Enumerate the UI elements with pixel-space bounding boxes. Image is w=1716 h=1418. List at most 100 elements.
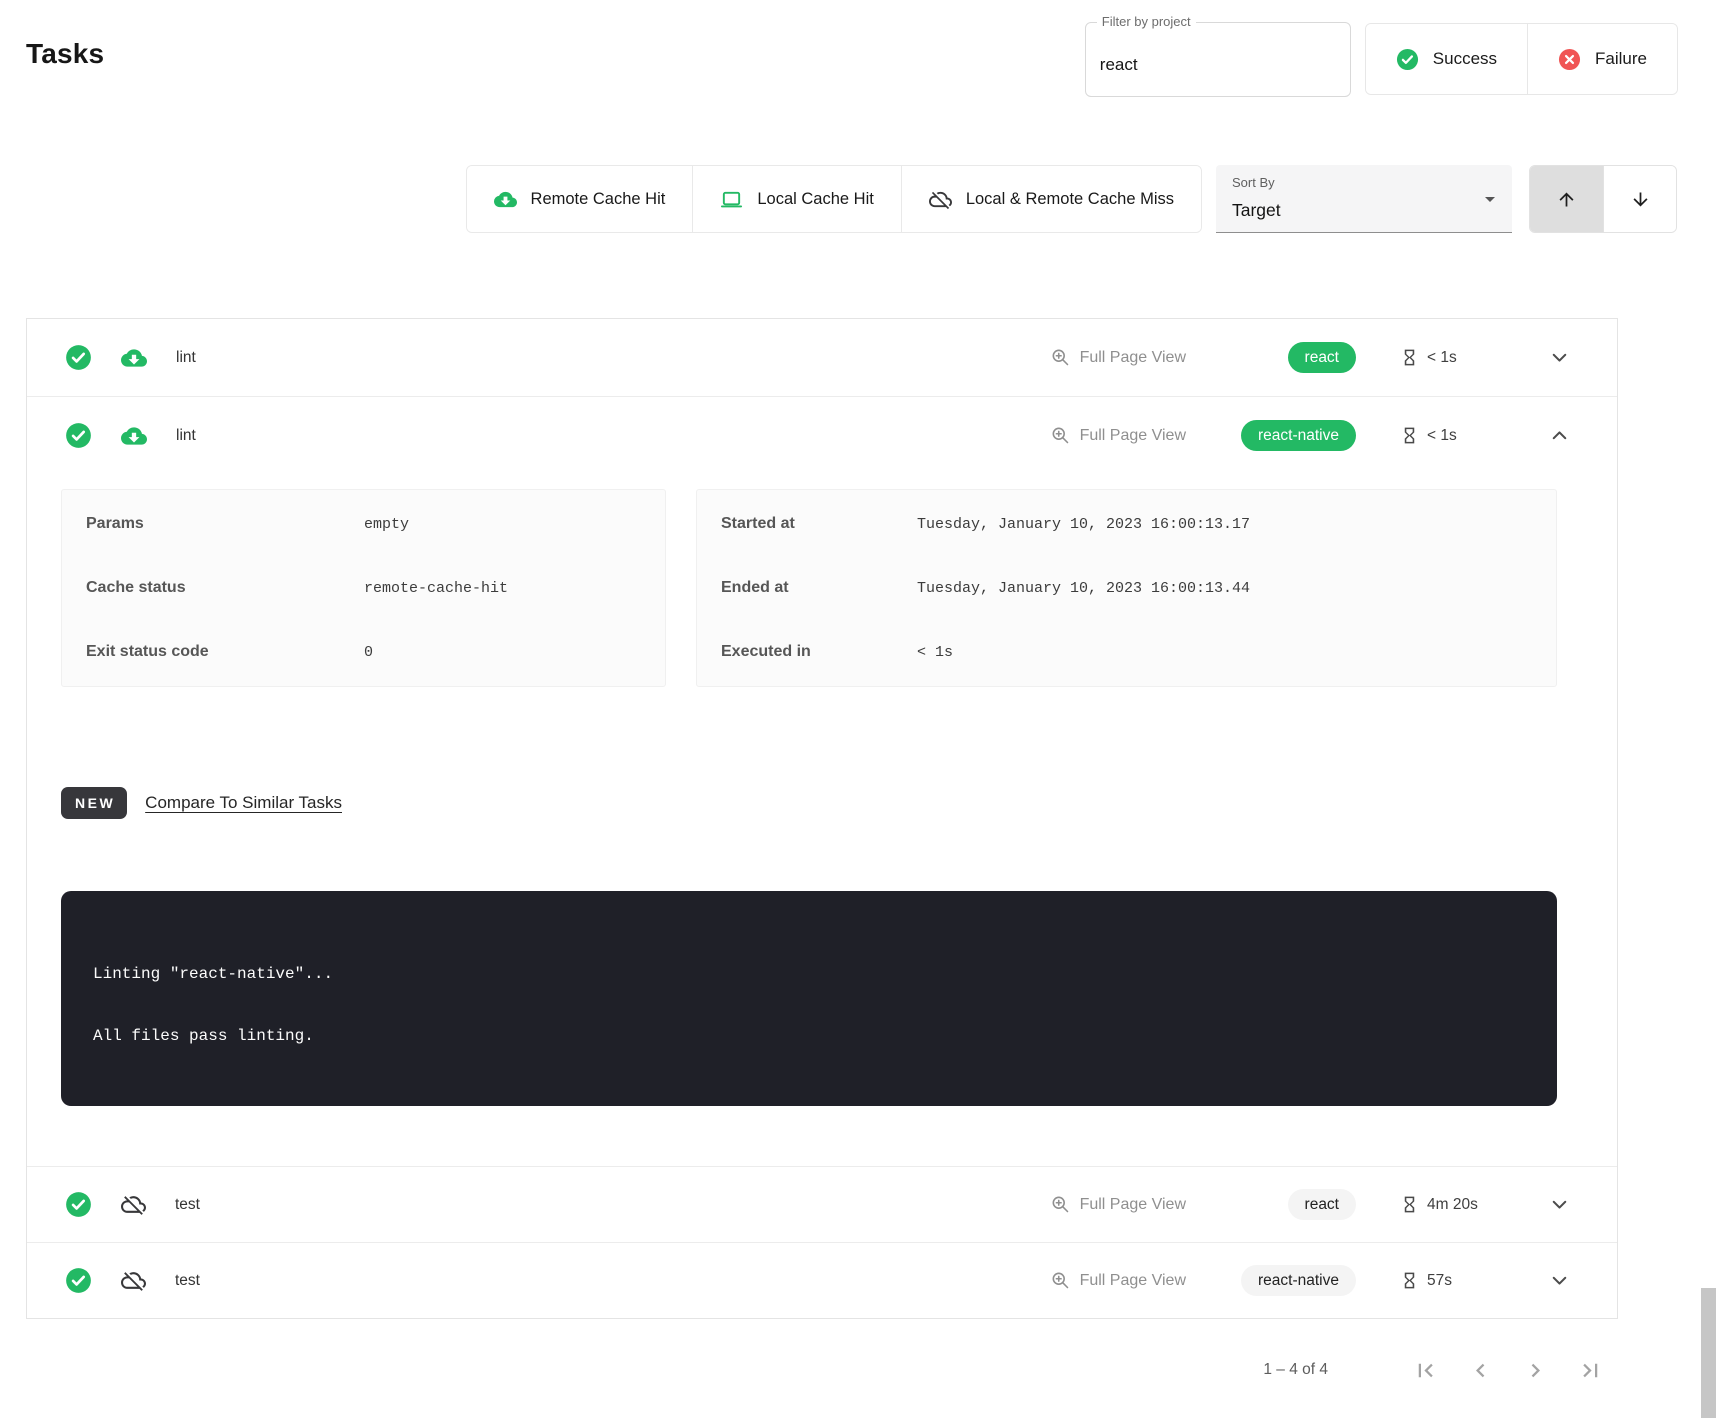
- project-pill-wrap: react-native: [1226, 1265, 1356, 1296]
- task-row-header[interactable]: lint Full Page View react-native < 1s: [27, 397, 1617, 474]
- task-duration: 57s: [1400, 1271, 1524, 1290]
- success-filter-button[interactable]: Success: [1366, 24, 1527, 94]
- chevron-up-icon: [1548, 424, 1571, 447]
- page-title: Tasks: [26, 38, 104, 70]
- task-duration: 4m 20s: [1400, 1195, 1524, 1214]
- pagination-range-label: 1 – 4 of 4: [1263, 1361, 1328, 1379]
- task-row: lint Full Page View react < 1s: [27, 319, 1617, 396]
- status-filter-group: Success Failure: [1365, 23, 1678, 95]
- failure-filter-button[interactable]: Failure: [1527, 24, 1677, 94]
- detail-row: Executed in < 1s: [697, 620, 1556, 684]
- task-row-header[interactable]: test Full Page View react-native 57s: [27, 1243, 1617, 1318]
- laptop-icon: [720, 188, 743, 211]
- detail-row: Cache status remote-cache-hit: [62, 556, 665, 620]
- project-badge[interactable]: react: [1288, 342, 1356, 373]
- task-details-panel: Params empty Cache status remote-cache-h…: [27, 474, 1617, 1166]
- compare-section: NEW Compare To Similar Tasks: [61, 787, 1557, 819]
- project-pill-wrap: react: [1226, 342, 1356, 373]
- full-page-view-button[interactable]: Full Page View: [1050, 1194, 1186, 1215]
- filter-toolbar: Remote Cache Hit Local Cache Hit Local &…: [26, 165, 1677, 233]
- detail-value: remote-cache-hit: [364, 580, 508, 597]
- cloud-off-icon: [929, 188, 952, 211]
- task-duration: < 1s: [1400, 348, 1524, 367]
- hourglass-icon: [1400, 426, 1419, 445]
- new-badge: NEW: [61, 787, 127, 819]
- detail-row: Ended at Tuesday, January 10, 2023 16:00…: [697, 556, 1556, 620]
- success-status-icon: [65, 1267, 92, 1294]
- task-row-header[interactable]: test Full Page View react 4m 20s: [27, 1167, 1617, 1242]
- last-page-icon: [1577, 1357, 1604, 1384]
- detail-value: 0: [364, 644, 373, 661]
- task-row: test Full Page View react-native 57s: [27, 1242, 1617, 1318]
- project-filter-input[interactable]: [1086, 23, 1350, 96]
- zoom-in-icon: [1050, 425, 1071, 446]
- hourglass-icon: [1400, 348, 1419, 367]
- detail-value: < 1s: [917, 644, 953, 661]
- task-duration-label: < 1s: [1427, 349, 1457, 367]
- detail-cards: Params empty Cache status remote-cache-h…: [61, 489, 1557, 687]
- arrow-down-icon: [1630, 189, 1651, 210]
- compare-to-similar-tasks-link[interactable]: Compare To Similar Tasks: [145, 793, 342, 813]
- terminal-line: All files pass linting.: [93, 1027, 1525, 1045]
- scrollbar-thumb[interactable]: [1701, 1288, 1716, 1418]
- detail-label: Ended at: [721, 579, 917, 597]
- task-name: test: [175, 1196, 200, 1214]
- detail-label: Cache status: [86, 579, 364, 597]
- full-page-view-button[interactable]: Full Page View: [1050, 347, 1186, 368]
- zoom-in-icon: [1050, 1270, 1071, 1291]
- task-duration-label: < 1s: [1427, 427, 1457, 445]
- local-cache-hit-label: Local Cache Hit: [757, 190, 873, 209]
- previous-page-icon: [1467, 1357, 1494, 1384]
- sort-descending-button[interactable]: [1603, 166, 1676, 232]
- cloud-download-icon: [494, 188, 517, 211]
- cloud-download-icon: [121, 423, 147, 449]
- cloud-off-icon: [121, 1268, 146, 1293]
- task-duration-label: 4m 20s: [1427, 1196, 1478, 1214]
- cloud-off-icon: [121, 1192, 146, 1217]
- sort-by-select[interactable]: Sort By Target: [1216, 165, 1512, 233]
- next-page-button[interactable]: [1522, 1357, 1549, 1384]
- expand-row-button[interactable]: [1548, 346, 1571, 369]
- failure-filter-label: Failure: [1595, 49, 1647, 69]
- next-page-icon: [1522, 1357, 1549, 1384]
- success-status-icon: [65, 344, 92, 371]
- project-filter-field[interactable]: Filter by project: [1085, 22, 1351, 97]
- success-status-icon: [65, 1191, 92, 1218]
- collapse-row-button[interactable]: [1548, 424, 1571, 447]
- first-page-button[interactable]: [1412, 1357, 1439, 1384]
- first-page-icon: [1412, 1357, 1439, 1384]
- local-cache-hit-filter[interactable]: Local Cache Hit: [692, 166, 900, 232]
- cloud-download-icon: [121, 345, 147, 371]
- task-name: lint: [176, 427, 196, 445]
- task-row-header[interactable]: lint Full Page View react < 1s: [27, 319, 1617, 396]
- last-page-button[interactable]: [1577, 1357, 1604, 1384]
- task-row-left: lint: [65, 344, 196, 371]
- full-page-view-button[interactable]: Full Page View: [1050, 1270, 1186, 1291]
- previous-page-button[interactable]: [1467, 1357, 1494, 1384]
- full-page-view-label: Full Page View: [1080, 427, 1186, 445]
- page-header: Tasks Filter by project Success Failure: [0, 0, 1716, 97]
- task-duration-label: 57s: [1427, 1272, 1452, 1290]
- terminal-line: Linting "react-native"...: [93, 965, 1525, 983]
- cache-miss-filter[interactable]: Local & Remote Cache Miss: [901, 166, 1201, 232]
- sort-direction-group: [1529, 165, 1677, 233]
- expand-row-button[interactable]: [1548, 1193, 1571, 1216]
- expand-row-button[interactable]: [1548, 1269, 1571, 1292]
- task-list: lint Full Page View react < 1s: [26, 318, 1618, 1319]
- detail-label: Started at: [721, 515, 917, 533]
- cache-miss-label: Local & Remote Cache Miss: [966, 190, 1174, 209]
- zoom-in-icon: [1050, 1194, 1071, 1215]
- project-pill-wrap: react: [1226, 1189, 1356, 1220]
- remote-cache-hit-filter[interactable]: Remote Cache Hit: [467, 166, 693, 232]
- sort-ascending-button[interactable]: [1530, 166, 1603, 232]
- project-badge[interactable]: react-native: [1241, 420, 1356, 451]
- zoom-in-icon: [1050, 347, 1071, 368]
- project-badge[interactable]: react: [1288, 1189, 1356, 1220]
- detail-value: empty: [364, 516, 409, 533]
- full-page-view-button[interactable]: Full Page View: [1050, 425, 1186, 446]
- task-row-left: lint: [65, 422, 196, 449]
- detail-value: Tuesday, January 10, 2023 16:00:13.17: [917, 516, 1250, 533]
- task-row-expanded: lint Full Page View react-native < 1s: [27, 396, 1617, 1166]
- project-badge[interactable]: react-native: [1241, 1265, 1356, 1296]
- remote-cache-hit-label: Remote Cache Hit: [531, 190, 666, 209]
